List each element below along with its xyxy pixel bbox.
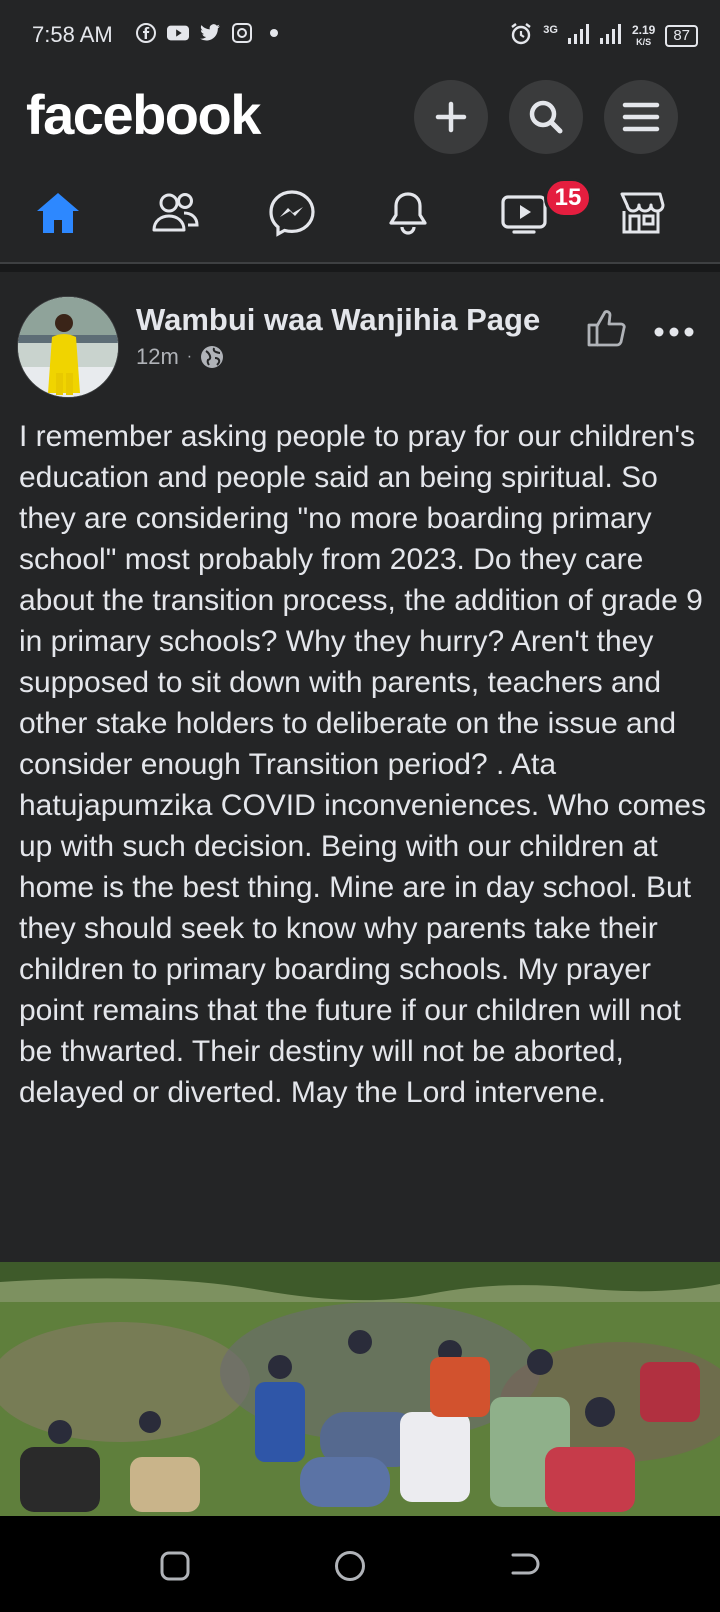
home-circle-icon (335, 1551, 365, 1581)
facebook-notification-icon (135, 22, 157, 44)
tab-friends[interactable] (145, 188, 205, 238)
tab-bar-divider (0, 262, 720, 272)
tab-marketplace[interactable] (611, 188, 671, 238)
more-options-icon (654, 327, 694, 337)
more-notifications-dot-icon (263, 22, 285, 44)
data-speed-unit: K/S (636, 36, 652, 47)
author-name[interactable]: Wambui waa Wanjihia Page (136, 302, 540, 338)
video-notification-badge: 15 (544, 178, 592, 218)
status-time: 7:58 AM (32, 22, 113, 47)
data-speed: 2.19 K/S (632, 24, 655, 48)
network-type: 3G (543, 23, 558, 36)
alarm-icon (509, 22, 533, 49)
facebook-logo: facebook (26, 83, 261, 146)
globe-icon (201, 346, 224, 368)
recent-apps-button[interactable] (155, 1546, 195, 1586)
app-header: facebook (0, 72, 720, 162)
post-meta: 12m · (136, 344, 224, 370)
marketplace-icon (620, 192, 665, 234)
battery-level: 87 (665, 24, 698, 47)
signal-icon (567, 24, 590, 47)
tab-messenger[interactable] (262, 188, 322, 238)
system-navigation-bar (0, 1516, 720, 1612)
home-button[interactable] (330, 1546, 370, 1586)
home-icon (37, 193, 79, 233)
post-time[interactable]: 12m (136, 344, 179, 370)
app-notification-icon (231, 22, 253, 44)
create-button[interactable] (414, 80, 488, 154)
youtube-notification-icon (167, 22, 189, 44)
thumbs-up-icon (587, 310, 626, 347)
back-button[interactable] (505, 1546, 545, 1586)
menu-button[interactable] (604, 80, 678, 154)
like-page-button[interactable] (586, 308, 628, 353)
friends-icon (152, 193, 199, 232)
post-photo[interactable] (0, 1262, 720, 1516)
bell-icon (389, 192, 427, 235)
video-icon (501, 195, 547, 234)
search-button[interactable] (509, 80, 583, 154)
recent-apps-icon (160, 1551, 190, 1581)
status-notification-icons (135, 22, 285, 44)
author-avatar[interactable] (17, 296, 119, 398)
post-header: Wambui waa Wanjihia Page 12m · (0, 284, 720, 398)
hamburger-menu-icon (622, 102, 660, 132)
post-body-text: I remember asking people to pray for our… (19, 420, 706, 1109)
tab-home[interactable] (28, 188, 88, 238)
twitter-notification-icon (199, 22, 221, 44)
messenger-icon (269, 190, 315, 237)
plus-icon (435, 101, 467, 133)
data-speed-value: 2.19 (631, 22, 656, 37)
back-icon (511, 1553, 540, 1575)
status-system-icons: 3G 2.19 K/S 87 (509, 22, 698, 49)
search-icon (529, 100, 563, 134)
post-options-button[interactable] (654, 308, 694, 347)
tab-notifications[interactable] (378, 188, 438, 238)
tab-bar (0, 170, 720, 262)
status-bar: 7:58 AM 3G 2.19 K/S 87 (0, 0, 720, 72)
meta-separator: · (186, 348, 193, 365)
signal-icon-2 (599, 24, 622, 47)
